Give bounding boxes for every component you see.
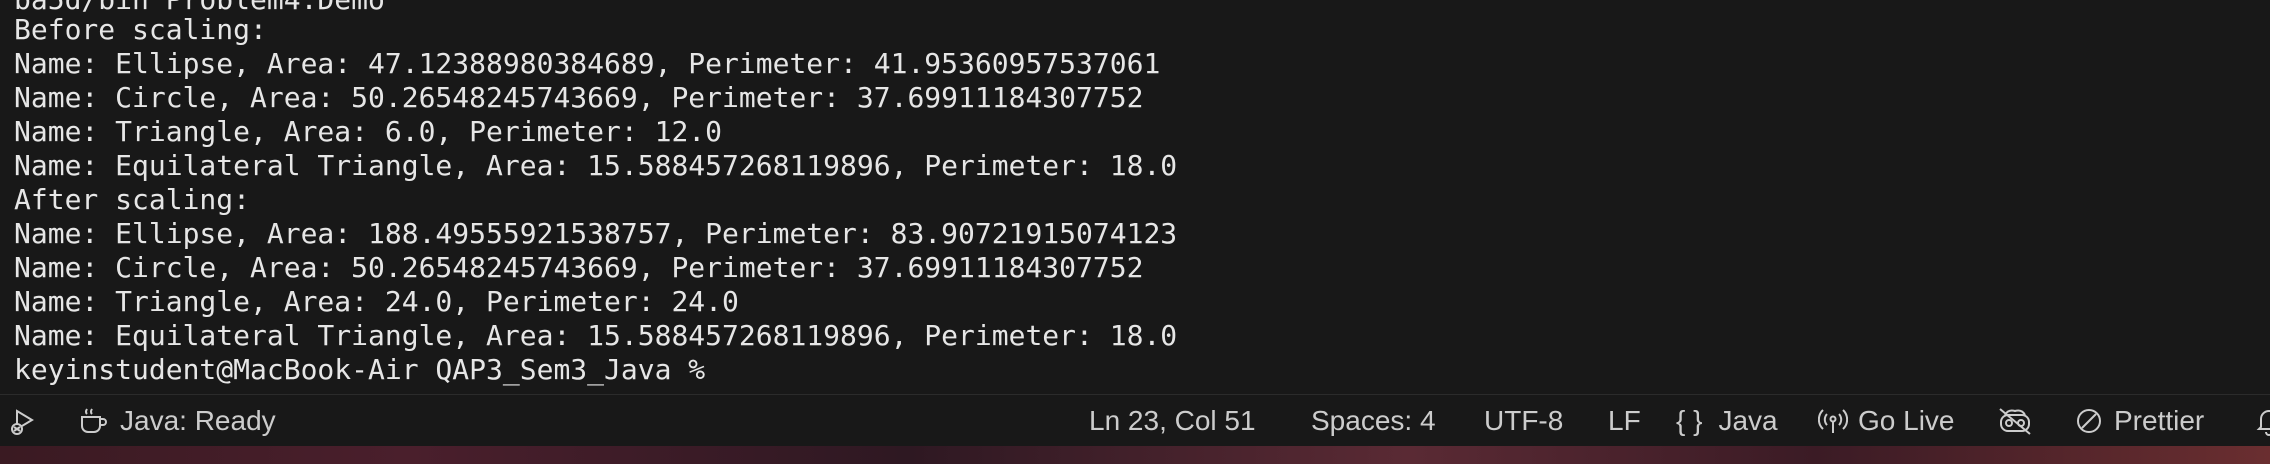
status-bar: Java: Ready Ln 23, Col 51 Spaces: 4 UTF-…	[0, 394, 2270, 447]
debug-run-icon	[8, 406, 38, 436]
line-ending-item[interactable]: LF	[1608, 395, 1641, 447]
encoding-item[interactable]: UTF-8	[1484, 395, 1563, 447]
indentation-item[interactable]: Spaces: 4	[1311, 395, 1436, 447]
prohibited-circle-icon	[2074, 406, 2104, 436]
prettier-label: Prettier	[2114, 405, 2205, 436]
terminal-line: Name: Ellipse, Area: 47.12388980384689, …	[14, 47, 1161, 80]
line-ending-label: LF	[1608, 405, 1641, 436]
prompt-text: keyinstudent@MacBook-Air QAP3_Sem3_Java …	[14, 353, 706, 386]
terminal-line: Name: Triangle, Area: 24.0, Perimeter: 2…	[14, 285, 739, 318]
terminal-line: Name: Triangle, Area: 6.0, Perimeter: 12…	[14, 115, 723, 148]
copilot-status-button[interactable]	[1996, 395, 2044, 447]
java-status-item[interactable]: Java: Ready	[78, 395, 276, 447]
notifications-button[interactable]	[2254, 395, 2270, 447]
cursor-position-item[interactable]: Ln 23, Col 51	[1089, 395, 1256, 447]
terminal-line: After scaling:	[14, 183, 251, 216]
indentation-label: Spaces: 4	[1311, 405, 1436, 436]
braces-icon: { }	[1676, 405, 1703, 436]
encoding-label: UTF-8	[1484, 405, 1564, 436]
java-status-label: Java: Ready	[120, 405, 276, 436]
prettier-button[interactable]: Prettier	[2074, 395, 2204, 447]
copilot-disabled-icon	[1996, 406, 2034, 436]
terminal-cursor	[722, 357, 738, 385]
language-mode-item[interactable]: { } Java	[1676, 395, 1778, 447]
terminal-prompt[interactable]: keyinstudent@MacBook-Air QAP3_Sem3_Java …	[14, 353, 738, 387]
terminal-line: Before scaling:	[14, 13, 267, 46]
terminal-line: Name: Equilateral Triangle, Area: 15.588…	[14, 319, 1178, 352]
terminal-line: Name: Ellipse, Area: 188.49555921538757,…	[14, 217, 1178, 250]
terminal-line: Name: Circle, Area: 50.26548245743669, P…	[14, 251, 1144, 284]
coffee-cup-icon	[78, 406, 110, 436]
broadcast-icon	[1818, 406, 1848, 436]
terminal-panel[interactable]: ba5d/bin Problem4.Demo Before scaling: N…	[0, 0, 2270, 394]
terminal-line: Name: Equilateral Triangle, Area: 15.588…	[14, 149, 1178, 182]
desktop-wallpaper-strip	[0, 446, 2270, 464]
terminal-line: Name: Circle, Area: 50.26548245743669, P…	[14, 81, 1144, 114]
go-live-label: Go Live	[1858, 405, 1955, 436]
go-live-button[interactable]: Go Live	[1818, 395, 1955, 447]
bell-icon	[2254, 406, 2270, 436]
language-mode-label: Java	[1718, 405, 1778, 436]
run-debug-button[interactable]	[8, 395, 48, 447]
cursor-position-label: Ln 23, Col 51	[1089, 405, 1256, 436]
